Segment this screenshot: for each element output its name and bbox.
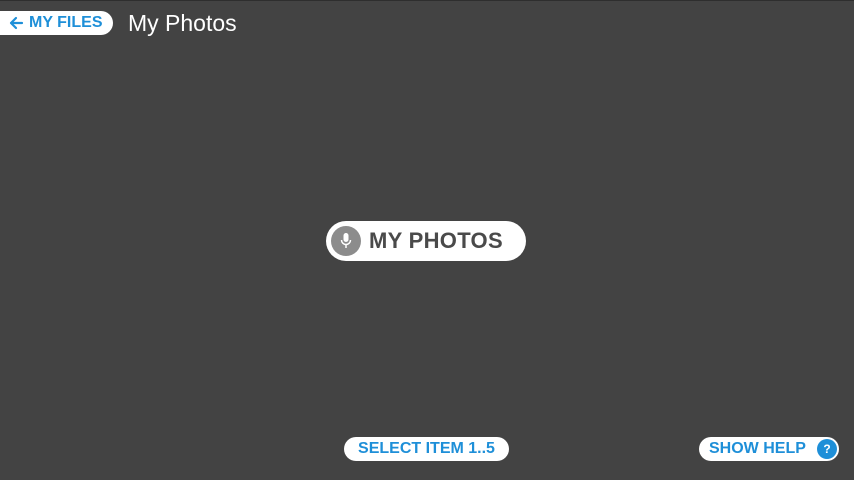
voice-command-label: MY PHOTOS: [369, 228, 503, 253]
microphone-icon: [331, 226, 361, 256]
show-help-button[interactable]: SHOW HELP ?: [699, 437, 839, 461]
select-item-label: SELECT ITEM 1..5: [358, 440, 495, 457]
back-button[interactable]: MY FILES: [0, 11, 113, 35]
page-title: My Photos: [128, 10, 237, 36]
question-mark-icon: ?: [817, 439, 837, 459]
back-button-label: MY FILES: [29, 14, 103, 31]
arrow-left-icon: [8, 15, 24, 31]
app-screen: MY FILES My Photos MY PHOTOS SELECT ITEM…: [0, 0, 854, 480]
show-help-label: SHOW HELP: [709, 440, 806, 457]
voice-command-pill[interactable]: MY PHOTOS: [326, 221, 526, 261]
select-item-button[interactable]: SELECT ITEM 1..5: [344, 437, 509, 461]
